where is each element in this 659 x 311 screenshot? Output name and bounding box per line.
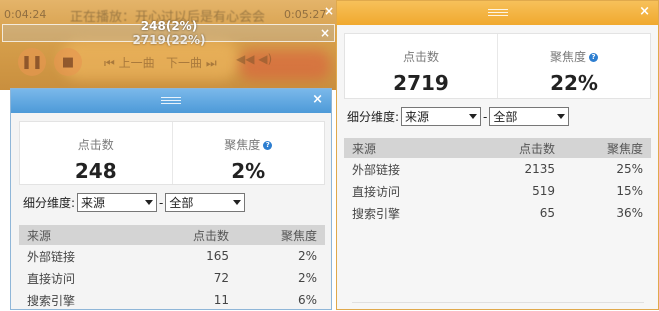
focus-rate-value: 2%: [231, 159, 266, 183]
drag-handle-icon[interactable]: [487, 9, 508, 18]
source-table: 来源 点击数 聚焦度 外部链接 165 2% 直接访问 72 2% 搜索引擎 1…: [19, 225, 325, 311]
overlay-click-stat-secondary: 2719(22%): [132, 33, 206, 47]
stats-summary: 点击数 2719 聚焦度? 22%: [344, 33, 651, 99]
dimension-select[interactable]: 来源: [77, 193, 158, 212]
divider: [352, 302, 644, 303]
focus-rate-label: 聚焦度: [224, 138, 261, 152]
chevron-down-icon: [557, 114, 566, 119]
dimension-filter: 细分维度: 来源 - 全部: [23, 193, 246, 212]
stop-icon[interactable]: ■: [54, 48, 82, 76]
focus-rate-stat: 聚焦度? 22%: [497, 34, 650, 98]
table-row[interactable]: 直接访问 72 2%: [19, 267, 325, 289]
dimension-label: 细分维度:: [347, 110, 400, 124]
help-icon[interactable]: ?: [263, 141, 273, 150]
help-icon[interactable]: ?: [589, 53, 598, 62]
click-count-stat: 点击数 248: [20, 122, 172, 184]
chevron-down-icon: [145, 200, 154, 205]
click-count-value: 2719: [393, 71, 449, 95]
table-row[interactable]: 外部链接 165 2%: [19, 245, 325, 267]
dimension-label: 细分维度:: [23, 196, 76, 210]
click-count-label: 点击数: [77, 138, 114, 152]
click-stats-panel-left: × 点击数 248 聚焦度? 2% 细分维度: 来源 - 全部 来源 点击数 聚…: [10, 88, 332, 310]
panel-titlebar[interactable]: ×: [11, 89, 331, 113]
overlay-click-stat: 248(2%): [140, 19, 198, 33]
click-stats-panel-right: × 点击数 2719 聚焦度? 22% 细分维度: 来源 - 全部 来源 点击数…: [336, 0, 659, 310]
scope-select[interactable]: 全部: [165, 193, 246, 212]
click-count-stat: 点击数 2719: [345, 34, 497, 98]
table-header: 来源 点击数 聚焦度: [344, 138, 651, 158]
chevron-down-icon: [469, 114, 478, 119]
next-track-button[interactable]: 下一曲 ⏭: [166, 54, 217, 71]
background-media-player: 0:04:24 正在播放：开心过以后是有心会会 0:05:27 × ❚❚ ■ ⏮…: [0, 0, 338, 90]
panel-titlebar[interactable]: ×: [337, 1, 658, 25]
table-row[interactable]: 外部链接 2135 25%: [344, 158, 651, 180]
close-icon[interactable]: ×: [639, 4, 650, 19]
volume-icon[interactable]: ◀◀ ◀): [236, 52, 272, 66]
table-row[interactable]: 搜索引擎 65 36%: [344, 202, 651, 224]
player-close-icon[interactable]: ×: [324, 4, 334, 18]
previous-track-button[interactable]: ⏮ 上一曲: [104, 54, 155, 71]
click-count-label: 点击数: [402, 50, 439, 64]
stats-summary: 点击数 248 聚焦度? 2%: [19, 121, 325, 185]
table-header: 来源 点击数 聚焦度: [19, 225, 325, 245]
dimension-select[interactable]: 来源: [401, 107, 482, 126]
focus-rate-label: 聚焦度: [549, 50, 586, 64]
table-row[interactable]: 搜索引擎 11 6%: [19, 289, 325, 311]
focus-rate-stat: 聚焦度? 2%: [171, 122, 325, 184]
drag-handle-icon[interactable]: [161, 97, 181, 106]
table-row[interactable]: 直接访问 519 15%: [344, 180, 651, 202]
close-icon[interactable]: ×: [312, 92, 323, 107]
dimension-filter: 细分维度: 来源 - 全部: [347, 107, 570, 126]
focus-rate-value: 22%: [550, 71, 598, 95]
scope-select[interactable]: 全部: [489, 107, 570, 126]
click-count-value: 248: [74, 159, 117, 183]
chevron-down-icon: [233, 200, 242, 205]
source-table: 来源 点击数 聚焦度 外部链接 2135 25% 直接访问 519 15% 搜索…: [344, 138, 651, 224]
pause-icon[interactable]: ❚❚: [18, 48, 46, 76]
